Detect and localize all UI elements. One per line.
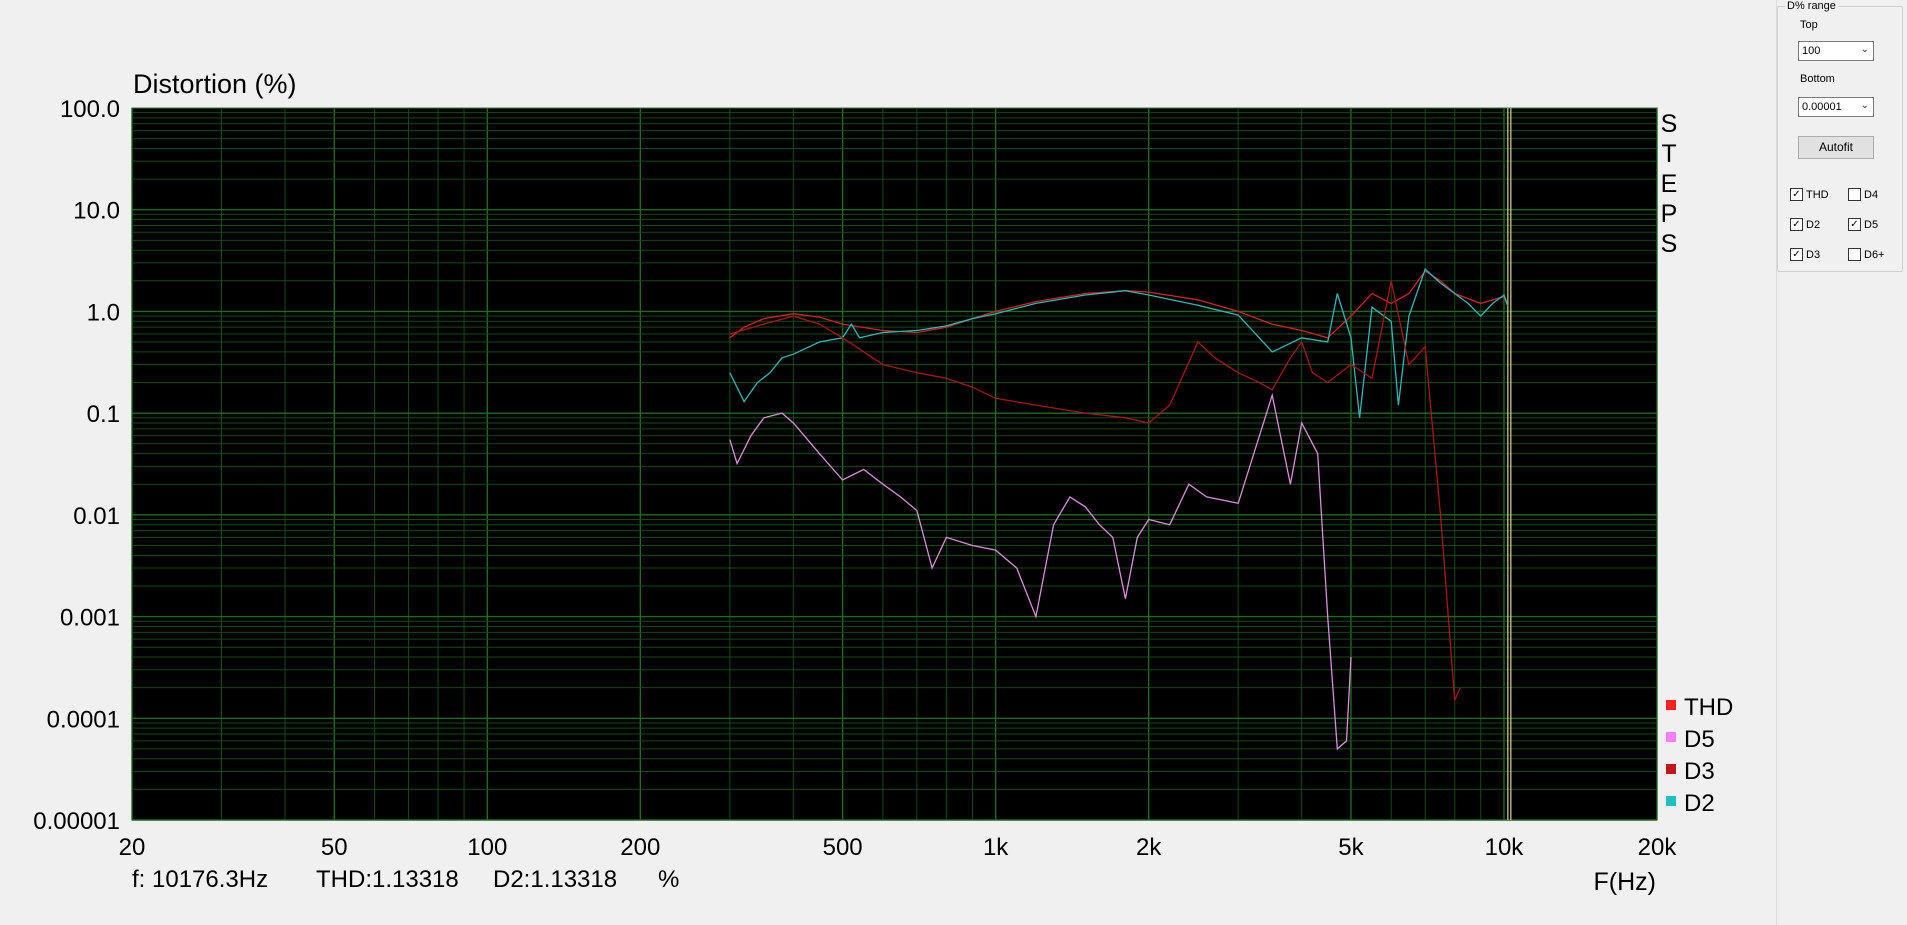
y-axis-ticks: 100.0 10.0 1.0 0.1 0.01 0.001 0.0001 0.00001 (33, 96, 120, 835)
y-tick-label: 10.0 (73, 198, 120, 225)
top-label: Top (1800, 19, 1818, 31)
autofit-button[interactable]: Autofit (1798, 136, 1874, 159)
y-tick-label: 0.1 (87, 401, 120, 428)
x-tick-label: 500 (823, 834, 863, 861)
checkbox-label: D2 (1806, 219, 1821, 231)
x-tick-label: 20 (119, 834, 146, 861)
distortion-chart: Distortion (%) 100.0 10.0 1.0 0.1 0.01 0.001 0… (33, 69, 1733, 896)
top-select-value: 100 (1802, 45, 1821, 57)
chart-title: Distortion (%) (133, 69, 297, 99)
checkmark-icon[interactable]: ✓ (1848, 217, 1861, 231)
legend: THD D5 D3 D2 (1666, 694, 1733, 817)
checkbox-d2[interactable]: ✓ D2 (1790, 217, 1821, 232)
y-tick-label: 0.01 (73, 503, 120, 530)
d-range-title: D% range (1785, 0, 1838, 12)
checkbox-label: D6+ (1864, 249, 1885, 261)
top-select[interactable]: 100 ⌄ (1798, 41, 1874, 61)
checkbox-empty-icon[interactable] (1848, 187, 1861, 201)
x-tick-label: 20k (1638, 834, 1678, 861)
steps-letter: P (1661, 200, 1678, 228)
checkbox-label: THD (1806, 189, 1829, 201)
checkbox-d3[interactable]: ✓ D3 (1790, 247, 1821, 262)
x-tick-label: 5k (1338, 834, 1364, 861)
cursor-unit-readout: % (658, 866, 680, 893)
checkbox-label: D4 (1864, 189, 1879, 201)
bottom-label: Bottom (1800, 73, 1835, 85)
y-tick-label: 0.00001 (33, 808, 120, 835)
x-tick-label: 50 (321, 834, 348, 861)
checkbox-d4[interactable]: D4 (1848, 187, 1879, 202)
checkbox-thd[interactable]: ✓ THD (1790, 187, 1829, 202)
bottom-select-value: 0.00001 (1802, 101, 1842, 113)
legend-label: THD (1684, 694, 1733, 721)
checkbox-d6plus[interactable]: D6+ (1848, 247, 1885, 262)
y-tick-label: 100.0 (60, 96, 120, 123)
y-tick-label: 0.001 (60, 605, 120, 632)
x-tick-label: 2k (1136, 834, 1162, 861)
steps-letter: S (1661, 110, 1678, 138)
cursor-thd-readout: THD:1.13318 (316, 866, 459, 893)
steps-label: STEPS (1661, 110, 1678, 258)
cursor-d2-readout: D2:1.13318 (493, 866, 618, 893)
legend-swatch (1666, 732, 1676, 742)
checkbox-empty-icon[interactable] (1848, 247, 1861, 261)
legend-label: D5 (1684, 726, 1715, 753)
x-tick-label: 1k (983, 834, 1009, 861)
checkmark-icon[interactable]: ✓ (1790, 247, 1803, 261)
side-panel: D% range Top 100 ⌄ Bottom 0.00001 ⌄ Auto… (1776, 0, 1907, 925)
x-tick-label: 100 (467, 834, 507, 861)
checkbox-d5[interactable]: ✓ D5 (1848, 217, 1879, 232)
cursor-frequency-readout: f: 10176.3Hz (132, 866, 269, 893)
legend-label: D2 (1684, 790, 1715, 817)
legend-swatch (1666, 700, 1676, 710)
checkmark-icon[interactable]: ✓ (1790, 217, 1803, 231)
d-range-group: D% range Top 100 ⌄ Bottom 0.00001 ⌄ Auto… (1777, 0, 1903, 272)
legend-swatch (1666, 796, 1676, 806)
steps-letter: S (1661, 230, 1678, 258)
checkmark-icon[interactable]: ✓ (1790, 187, 1803, 201)
bottom-select[interactable]: 0.00001 ⌄ (1798, 97, 1874, 117)
chevron-down-icon: ⌄ (1860, 100, 1869, 111)
y-tick-label: 1.0 (87, 299, 120, 326)
legend-label: D3 (1684, 758, 1715, 785)
steps-letter: T (1661, 140, 1676, 168)
checkbox-label: D3 (1806, 249, 1821, 261)
x-axis-ticks: 20 50 100 200 500 1k 2k 5k 10k 20k (119, 834, 1678, 861)
steps-letter: E (1661, 170, 1678, 198)
x-axis-label: F(Hz) (1594, 868, 1656, 896)
x-tick-label: 10k (1485, 834, 1525, 861)
checkbox-label: D5 (1864, 219, 1879, 231)
y-tick-label: 0.0001 (47, 706, 120, 733)
chevron-down-icon: ⌄ (1860, 44, 1869, 55)
legend-swatch (1666, 764, 1676, 774)
x-tick-label: 200 (620, 834, 660, 861)
